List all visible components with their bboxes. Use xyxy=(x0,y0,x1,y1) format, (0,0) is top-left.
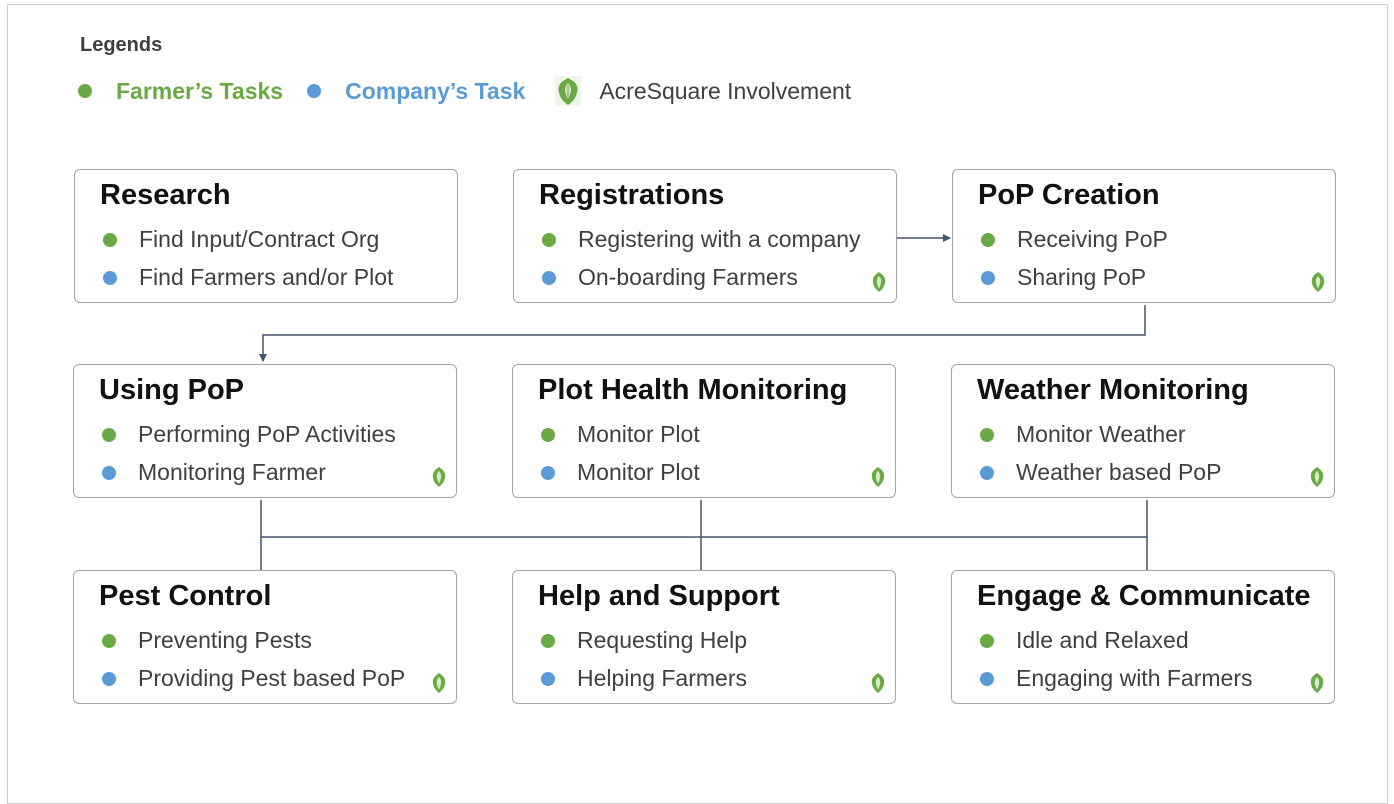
box-registrations: Registrations Registering with a company… xyxy=(513,169,897,303)
box-title: Help and Support xyxy=(538,580,780,612)
green-dot-icon xyxy=(102,633,116,648)
blue-dot-icon xyxy=(102,671,116,686)
legend-acresquare-label: AcreSquare Involvement xyxy=(599,77,852,104)
green-dot-icon xyxy=(78,84,92,98)
legend-farmer-label: Farmer’s Tasks xyxy=(116,77,284,104)
box-title: Weather Monitoring xyxy=(977,374,1249,406)
box-weather-monitoring: Weather Monitoring Monitor Weather Weath… xyxy=(951,364,1335,498)
company-task: Find Farmers and/or Plot xyxy=(103,264,393,291)
farmer-task: Registering with a company xyxy=(542,226,861,253)
company-task-label: Sharing PoP xyxy=(1017,264,1147,290)
company-task-label: Weather based PoP xyxy=(1016,459,1222,485)
legend-title: Legends xyxy=(80,34,163,56)
box-engage-communicate: Engage & Communicate Idle and Relaxed En… xyxy=(951,570,1335,704)
company-task-label: Monitoring Farmer xyxy=(138,459,326,485)
blue-dot-icon xyxy=(980,465,994,480)
box-pop-creation: PoP Creation Receiving PoP Sharing PoP xyxy=(952,169,1336,303)
green-dot-icon xyxy=(541,427,555,442)
leaf-shield-icon xyxy=(872,272,886,292)
company-task: Weather based PoP xyxy=(980,459,1221,486)
company-task: Monitor Plot xyxy=(541,459,700,486)
farmer-task-label: Monitor Weather xyxy=(1016,421,1186,447)
leaf-shield-icon xyxy=(1310,467,1324,487)
company-task: Sharing PoP xyxy=(981,264,1146,291)
blue-dot-icon xyxy=(541,465,555,480)
box-research: Research Find Input/Contract Org Find Fa… xyxy=(74,169,458,303)
box-title: PoP Creation xyxy=(978,179,1160,211)
blue-dot-icon xyxy=(981,270,995,285)
box-using-pop: Using PoP Performing PoP Activities Moni… xyxy=(73,364,457,498)
box-pest-control: Pest Control Preventing Pests Providing … xyxy=(73,570,457,704)
company-task-label: Engaging with Farmers xyxy=(1016,665,1253,691)
farmer-task: Monitor Plot xyxy=(541,421,700,448)
company-task: Engaging with Farmers xyxy=(980,665,1253,692)
box-help-and-support: Help and Support Requesting Help Helping… xyxy=(512,570,896,704)
company-task: Monitoring Farmer xyxy=(102,459,326,486)
farmer-task: Performing PoP Activities xyxy=(102,421,396,448)
box-plot-health-monitoring: Plot Health Monitoring Monitor Plot Moni… xyxy=(512,364,896,498)
company-task: On-boarding Farmers xyxy=(542,264,798,291)
blue-dot-icon xyxy=(541,671,555,686)
legend-company-label: Company’s Task xyxy=(345,77,526,104)
farmer-task: Receiving PoP xyxy=(981,226,1168,253)
farmer-task-label: Monitor Plot xyxy=(577,421,700,447)
leaf-shield-icon xyxy=(1310,673,1324,693)
blue-dot-icon xyxy=(307,84,322,98)
green-dot-icon xyxy=(103,232,117,247)
company-task: Helping Farmers xyxy=(541,665,747,692)
blue-dot-icon xyxy=(980,671,994,686)
company-task-label: Providing Pest based PoP xyxy=(138,665,406,691)
box-title: Registrations xyxy=(539,179,725,211)
farmer-task-label: Idle and Relaxed xyxy=(1016,627,1189,653)
farmer-task: Monitor Weather xyxy=(980,421,1186,448)
box-title: Research xyxy=(100,179,231,211)
leaf-shield-icon xyxy=(555,76,582,106)
farmer-task-label: Registering with a company xyxy=(578,226,861,252)
green-dot-icon xyxy=(541,633,555,648)
farmer-task-label: Requesting Help xyxy=(577,627,748,653)
blue-dot-icon xyxy=(542,270,556,285)
farmer-task: Find Input/Contract Org xyxy=(103,226,379,253)
leaf-shield-icon xyxy=(1311,272,1325,292)
farmer-task: Preventing Pests xyxy=(102,627,312,654)
company-task-label: Find Farmers and/or Plot xyxy=(139,264,394,290)
box-title: Plot Health Monitoring xyxy=(538,374,848,406)
blue-dot-icon xyxy=(103,270,117,285)
legend-acresquare: AcreSquare Involvement xyxy=(555,76,851,106)
legend: Farmer’s Tasks Company’s Task AcreSquare… xyxy=(78,76,851,106)
legend-company: Company’s Task xyxy=(307,78,525,105)
farmer-task-label: Performing PoP Activities xyxy=(138,421,396,447)
box-title: Using PoP xyxy=(99,374,245,406)
farmer-task: Requesting Help xyxy=(541,627,747,654)
green-dot-icon xyxy=(542,232,556,247)
blue-dot-icon xyxy=(102,465,116,480)
farmer-task-label: Find Input/Contract Org xyxy=(139,226,380,252)
legend-farmer: Farmer’s Tasks xyxy=(78,78,283,105)
leaf-shield-icon xyxy=(432,673,446,693)
green-dot-icon xyxy=(102,427,116,442)
green-dot-icon xyxy=(981,232,995,247)
leaf-shield-icon xyxy=(871,467,885,487)
leaf-shield-icon xyxy=(432,467,446,487)
company-task-label: On-boarding Farmers xyxy=(578,264,798,290)
farmer-task-label: Preventing Pests xyxy=(138,627,312,653)
company-task-label: Monitor Plot xyxy=(577,459,700,485)
leaf-shield-icon xyxy=(871,673,885,693)
box-title: Pest Control xyxy=(99,580,272,612)
green-dot-icon xyxy=(980,427,994,442)
box-title: Engage & Communicate xyxy=(977,580,1311,612)
company-task-label: Helping Farmers xyxy=(577,665,747,691)
farmer-task-label: Receiving PoP xyxy=(1017,226,1168,252)
farmer-task: Idle and Relaxed xyxy=(980,627,1189,654)
company-task: Providing Pest based PoP xyxy=(102,665,405,692)
green-dot-icon xyxy=(980,633,994,648)
